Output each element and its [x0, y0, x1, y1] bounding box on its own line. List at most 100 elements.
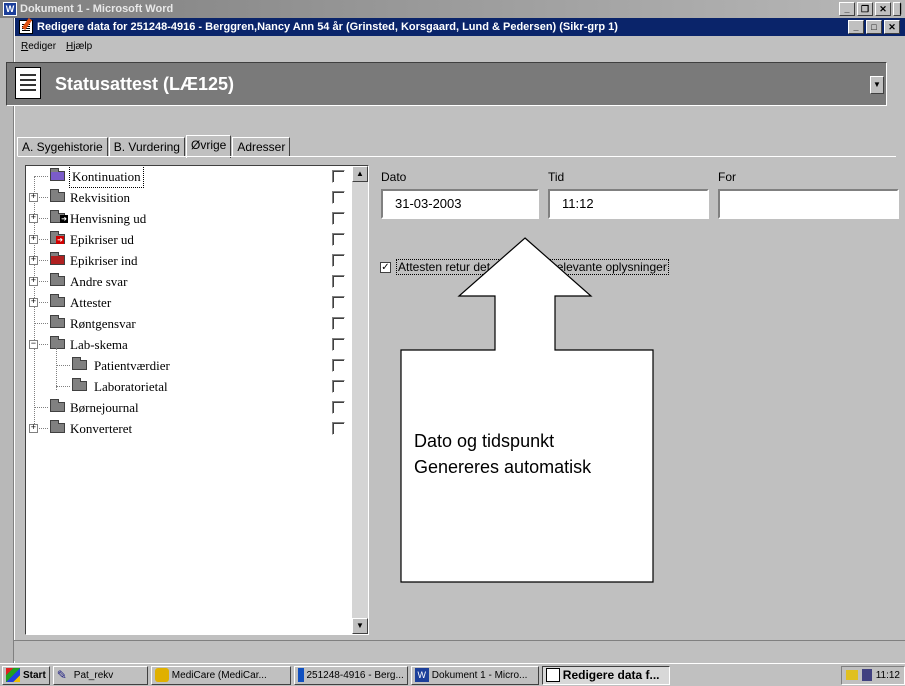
tree-checkbox[interactable]: [332, 191, 345, 204]
close-button[interactable]: ✕: [875, 2, 891, 16]
tab-oevrige[interactable]: Øvrige: [185, 135, 232, 158]
menu-hjaelp[interactable]: Hjælp: [66, 38, 92, 56]
folder-icon: [50, 189, 65, 202]
header-dropdown-button[interactable]: ▼: [870, 76, 884, 94]
scroll-down-arrow-icon[interactable]: ▼: [352, 618, 368, 634]
tree-connector: [56, 386, 70, 387]
folder-icon: [50, 252, 65, 265]
tree-connector: [39, 281, 48, 282]
taskbar: Start ✎ Pat_rekv MediCare (MediCar... 25…: [0, 663, 905, 686]
maximize-button[interactable]: □: [866, 20, 882, 34]
system-tray: 11:12: [840, 665, 905, 685]
expand-icon[interactable]: +: [29, 256, 38, 265]
outer-window-controls: _ ❐ ✕ ▕: [839, 2, 901, 16]
patient-app-icon: [297, 668, 304, 682]
windows-logo-icon: [6, 668, 20, 682]
for-field[interactable]: [718, 189, 899, 219]
retur-checkbox[interactable]: ✓: [380, 262, 391, 273]
tree-connector: [39, 218, 48, 219]
word-icon: W: [414, 668, 429, 682]
tab-sygehistorie[interactable]: A. Sygehistorie: [17, 137, 108, 157]
tree-checkbox[interactable]: [332, 317, 345, 330]
tree-item-roentgensvar[interactable]: Røntgensvar: [26, 313, 348, 334]
tree-connector: [34, 176, 48, 177]
menu-rediger[interactable]: Rediger: [21, 38, 56, 56]
annotation-line-2: Genereres automatisk: [414, 457, 592, 477]
tree-item-konverteret[interactable]: + Konverteret: [26, 418, 348, 439]
tray-app-icon[interactable]: [845, 670, 858, 680]
tree-connector: [39, 197, 48, 198]
tree-checkbox[interactable]: [332, 233, 345, 246]
word-left-ruler: [0, 18, 14, 663]
outer-window-title: Dokument 1 - Microsoft Word: [20, 3, 174, 15]
tab-adresser[interactable]: Adresser: [232, 137, 291, 157]
task-medicare[interactable]: MediCare (MediCar...: [150, 665, 291, 685]
expand-icon[interactable]: +: [29, 298, 38, 307]
expand-icon[interactable]: +: [29, 424, 38, 433]
folder-icon: [50, 420, 65, 433]
speaker-icon[interactable]: [861, 669, 872, 681]
tree-checkbox[interactable]: [332, 296, 345, 309]
tree-item-kontinuation[interactable]: Kontinuation: [26, 166, 348, 188]
tree-item-henvisning-ud[interactable]: + ➜ Henvisning ud: [26, 208, 348, 229]
close-button[interactable]: ✕: [884, 20, 900, 34]
annotation-line-1: Dato og tidspunkt: [414, 431, 555, 451]
tree-item-lab-skema[interactable]: − Lab-skema: [26, 334, 348, 355]
tree-item-boernejournal[interactable]: Børnejournal: [26, 397, 348, 418]
tree-checkbox[interactable]: [332, 422, 345, 435]
tree-item-laboratorietal[interactable]: Laboratorietal: [26, 376, 348, 397]
task-label: Pat_rekv: [73, 669, 114, 681]
tree-checkbox[interactable]: [332, 275, 345, 288]
tree-item-label: Rekvisition: [70, 190, 130, 205]
tree-checkbox[interactable]: [332, 170, 345, 183]
tree-checkbox[interactable]: [332, 380, 345, 393]
tree-item-rekvisition[interactable]: + Rekvisition: [26, 187, 348, 208]
task-pat-rekv[interactable]: ✎ Pat_rekv: [52, 665, 148, 685]
tree-item-label: Andre svar: [70, 274, 128, 289]
tree-checkbox[interactable]: [332, 401, 345, 414]
scroll-up-arrow-icon[interactable]: ▲: [352, 166, 368, 182]
dato-field[interactable]: 31-03-2003: [381, 189, 539, 219]
red-arrow-icon: ➜: [56, 236, 64, 244]
expand-icon[interactable]: +: [29, 214, 38, 223]
tree-item-label: Børnejournal: [70, 400, 139, 415]
tree-item-label: Patientværdier: [94, 358, 170, 373]
expand-icon[interactable]: +: [29, 277, 38, 286]
tree-item-label: Henvisning ud: [70, 211, 147, 226]
desktop: W Dokument 1 - Microsoft Word _ ❐ ✕ ▕ Re…: [0, 0, 905, 686]
expand-icon[interactable]: +: [29, 193, 38, 202]
tree-checkbox[interactable]: [332, 212, 345, 225]
edit-window-title-bar: Redigere data for 251248-4916 - Berggren…: [15, 18, 905, 36]
task-redigere-data[interactable]: Redigere data f...: [541, 665, 670, 685]
task-label: 251248-4916 - Berg...: [306, 669, 404, 681]
start-label: Start: [23, 669, 46, 681]
tree-checkbox[interactable]: [332, 254, 345, 267]
task-word-document[interactable]: W Dokument 1 - Micro...: [410, 665, 539, 685]
tree-item-epikriser-ud[interactable]: + ➜ Epikriser ud: [26, 229, 348, 250]
task-patient[interactable]: 251248-4916 - Berg...: [293, 665, 408, 685]
edit-window-title: Redigere data for 251248-4916 - Berggren…: [37, 21, 618, 33]
tab-vurdering[interactable]: B. Vurdering: [108, 137, 185, 157]
minimize-button[interactable]: _: [839, 2, 855, 16]
tree-item-patientvaerdier[interactable]: Patientværdier: [26, 355, 348, 376]
word-app-icon[interactable]: W: [3, 2, 17, 16]
collapse-icon[interactable]: −: [29, 340, 38, 349]
tree-item-epikriser-ind[interactable]: + Epikriser ind: [26, 250, 348, 271]
tree-item-label: Epikriser ud: [70, 232, 134, 247]
expand-icon[interactable]: +: [29, 235, 38, 244]
tid-field[interactable]: 11:12: [548, 189, 709, 219]
folder-icon: [72, 378, 87, 391]
close-button-partial[interactable]: ▕: [893, 2, 901, 16]
folder-icon: [50, 168, 65, 181]
folder-icon: [50, 315, 65, 328]
start-button[interactable]: Start: [2, 665, 50, 685]
folder-icon: [50, 399, 65, 412]
restore-button[interactable]: ❐: [857, 2, 873, 16]
minimize-button[interactable]: _: [848, 20, 864, 34]
tree-checkbox[interactable]: [332, 359, 345, 372]
tree-scrollbar[interactable]: ▲ ▼: [352, 166, 368, 634]
tree-item-label: Kontinuation: [69, 166, 144, 188]
tree-item-attester[interactable]: + Attester: [26, 292, 348, 313]
tree-checkbox[interactable]: [332, 338, 345, 351]
tree-item-andre-svar[interactable]: + Andre svar: [26, 271, 348, 292]
